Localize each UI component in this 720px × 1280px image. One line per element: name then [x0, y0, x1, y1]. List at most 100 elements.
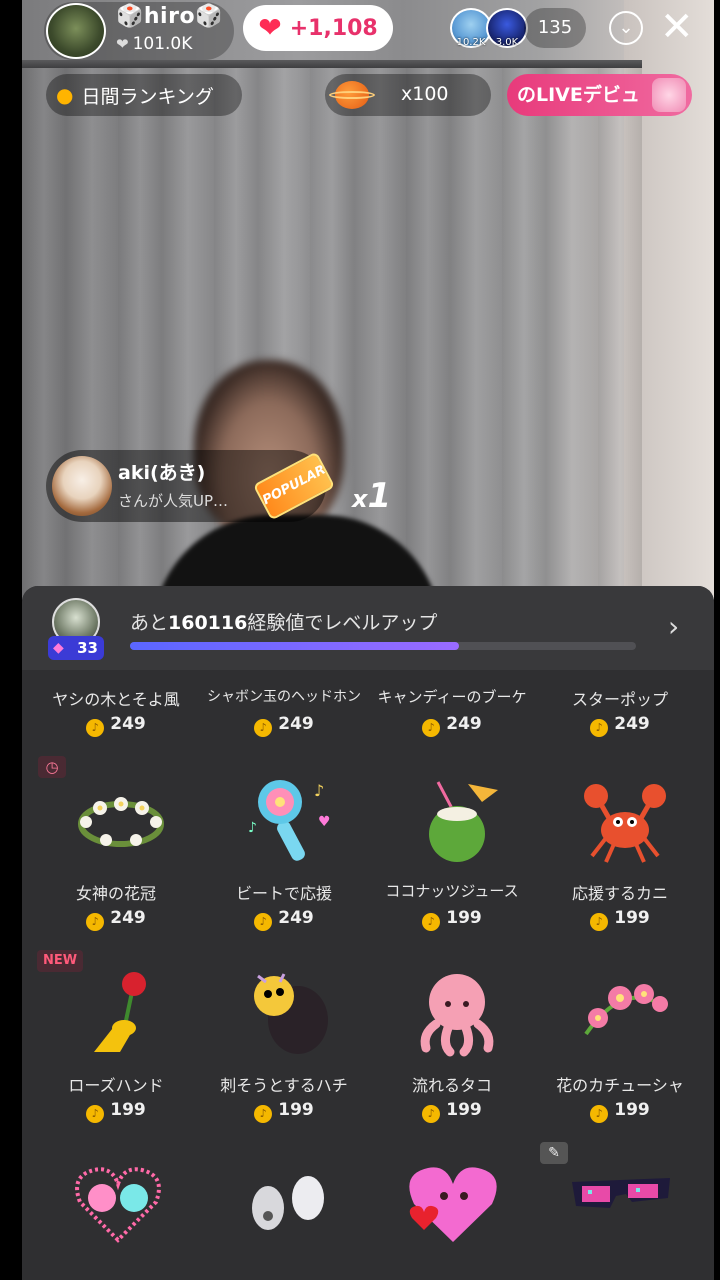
top-viewer-score: 3.0K	[495, 37, 519, 48]
flame-icon: ●	[56, 83, 74, 107]
bee-icon	[254, 973, 328, 1054]
gift-item[interactable]: ♪ ♥ ♪ ビートで応援 ♪ 249	[200, 776, 368, 966]
gift-name: 花のカチューシャ	[556, 1076, 684, 1095]
live-debut-label: のLIVEデビュ	[517, 84, 640, 106]
combo-count: 1	[367, 476, 392, 516]
multiplier-banner[interactable]: x100	[325, 74, 491, 116]
top-viewer-avatar[interactable]: 3.0K	[486, 8, 528, 48]
like-counter-button[interactable]: ❤ +1,108	[243, 5, 393, 51]
gift-price-value: 249	[110, 908, 146, 928]
gift-price: ♪ 249	[368, 714, 536, 737]
crab-icon	[584, 784, 666, 863]
pink-heart-icon[interactable]	[404, 1160, 502, 1246]
svg-text:♪: ♪	[248, 820, 257, 836]
gift-price-value: 249	[446, 714, 482, 734]
viewer-count[interactable]: 135	[524, 8, 586, 48]
gift-item[interactable]: 応援するカニ ♪ 199	[536, 776, 704, 966]
coin-icon: ♪	[86, 1105, 105, 1123]
heart-icon: ❤	[258, 11, 282, 44]
chevron-down-icon[interactable]: ⌄	[609, 11, 643, 45]
gift-name: 流れるタコ	[411, 1076, 492, 1095]
gift-price-value: 199	[614, 908, 650, 928]
gift-price-value: 249	[278, 714, 314, 734]
coin-icon: ♪	[86, 913, 105, 931]
gift-name: キャンディーのブーケ	[377, 688, 527, 706]
gift-name: ビートで応援	[235, 884, 332, 903]
coin-icon: ♪	[590, 719, 609, 737]
pixel-sunglasses-icon[interactable]	[572, 1176, 670, 1232]
gift-price-value: 249	[110, 714, 146, 734]
coin-icon: ♪	[422, 1105, 441, 1123]
gift-price-value: 249	[614, 714, 650, 734]
gift-item[interactable]: 花のカチューシャ ♪ 199	[536, 968, 704, 1158]
notification-avatar	[52, 456, 112, 516]
host-followers: ❤ 101.0K	[116, 34, 192, 54]
gift-name: ローズハンド	[68, 1076, 164, 1095]
live-debut-banner[interactable]: のLIVEデビュ	[507, 74, 692, 116]
notification-username: aki(あき)	[118, 462, 206, 484]
multiplier-label: x100	[401, 83, 449, 105]
gift-price: ♪ 199	[200, 1100, 368, 1123]
flower-crown-icon	[78, 797, 164, 847]
follower-count: 101.0K	[132, 34, 193, 54]
gift-item[interactable]: 流れるタコ ♪ 199	[368, 968, 536, 1158]
gift-price-value: 199	[446, 908, 482, 928]
coin-icon: ♪	[254, 1105, 273, 1123]
gift-item[interactable]: 刺そうとするハチ ♪ 199	[200, 968, 368, 1158]
gift-price: ♪ 249	[200, 714, 368, 737]
gift-item[interactable]: ヤシの木とそよ風 ♪ 249	[32, 582, 200, 772]
gift-price: ♪ 199	[32, 1100, 200, 1123]
coin-icon: ♪	[590, 913, 609, 931]
gift-name: ヤシの木とそよ風	[52, 690, 180, 709]
host-avatar[interactable]	[46, 3, 106, 59]
heart-frame-icon[interactable]	[72, 1162, 164, 1246]
curtain-rod	[22, 60, 642, 68]
gift-name: 応援するカニ	[571, 884, 668, 903]
daily-ranking-button[interactable]: ● 日間ランキング	[46, 74, 242, 116]
cheer-stick-icon: ♪ ♥ ♪	[248, 780, 331, 861]
combo-prefix: x	[352, 485, 368, 513]
daily-ranking-label: 日間ランキング	[81, 85, 214, 108]
coin-icon: ♪	[422, 719, 441, 737]
gift-price-value: 199	[446, 1100, 482, 1120]
coin-icon: ♪	[422, 913, 441, 931]
gift-item[interactable]: ココナッツジュース ♪ 199	[368, 776, 536, 966]
gift-item[interactable]: キャンディーのブーケ ♪ 249	[368, 582, 536, 772]
gift-price: ♪ 249	[32, 908, 200, 931]
gift-name: ココナッツジュース	[385, 882, 519, 900]
gift-item[interactable]: スターポップ ♪ 249	[536, 582, 704, 772]
notification-message: さんが人気UP…	[118, 492, 229, 510]
rose-hand-icon	[94, 972, 146, 1052]
gift-price: ♪ 199	[536, 1100, 704, 1123]
gift-price: ♪ 199	[368, 908, 536, 931]
coin-icon: ♪	[590, 1105, 609, 1123]
gift-price-value: 199	[614, 1100, 650, 1120]
gift-price: ♪ 249	[32, 714, 200, 737]
like-count: +1,108	[289, 15, 378, 41]
coin-icon: ♪	[254, 913, 273, 931]
coin-icon: ♪	[254, 719, 273, 737]
close-icon[interactable]: ✕	[660, 6, 694, 48]
gift-name: 刺そうとするハチ	[220, 1076, 348, 1095]
gift-price: ♪ 199	[536, 908, 704, 931]
gift-price: ♪ 249	[200, 908, 368, 931]
debut-sticker-icon	[652, 78, 686, 112]
gift-price-value: 199	[110, 1100, 146, 1120]
earbuds-icon[interactable]	[238, 1158, 334, 1242]
planet-ring	[329, 91, 375, 99]
gift-name: 女神の花冠	[75, 884, 156, 903]
coin-icon: ♪	[86, 719, 105, 737]
svg-text:♥: ♥	[318, 814, 331, 830]
gift-price: ♪ 249	[536, 714, 704, 737]
top-viewer-score: 10.2K	[456, 37, 486, 48]
timer-icon: ◷	[38, 756, 66, 778]
gift-item[interactable]: シャボン玉のヘッドホン ♪ 249	[200, 582, 368, 772]
gift-item[interactable]: ローズハンド ♪ 199	[32, 968, 200, 1158]
gift-name: シャボン玉のヘッドホン	[207, 689, 361, 705]
gift-item[interactable]: 女神の花冠 ♪ 249	[32, 776, 200, 966]
host-name[interactable]: 🎲hiro🎲	[116, 4, 223, 29]
heart-outline-icon: ❤	[116, 35, 129, 53]
gift-price-value: 249	[278, 908, 314, 928]
combo-counter: x1	[352, 476, 391, 516]
octopus-icon	[420, 974, 494, 1057]
